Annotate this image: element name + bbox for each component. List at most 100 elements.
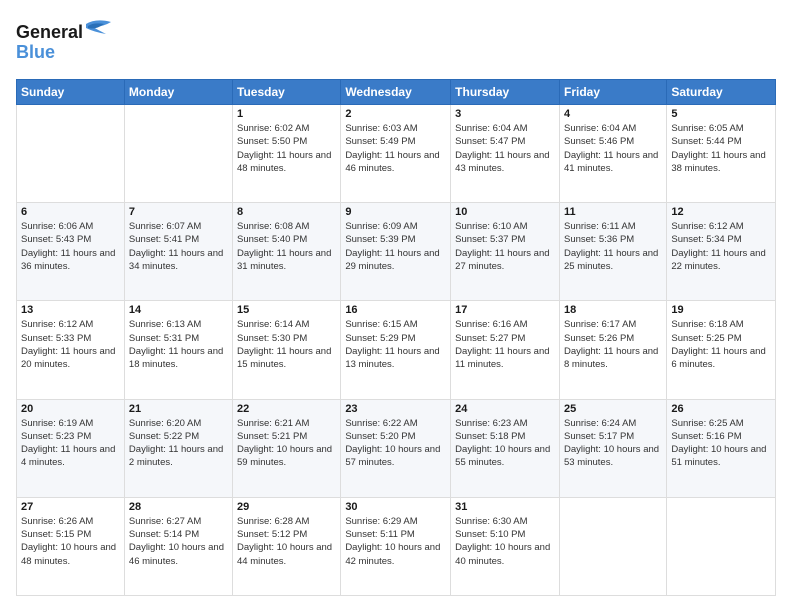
calendar-cell: 22Sunrise: 6:21 AMSunset: 5:21 PMDayligh… — [233, 399, 341, 497]
daylight-text: Daylight: 11 hours and 25 minutes. — [564, 248, 658, 272]
calendar-cell: 4Sunrise: 6:04 AMSunset: 5:46 PMDaylight… — [559, 105, 666, 203]
daylight-text: Daylight: 11 hours and 34 minutes. — [129, 248, 223, 272]
sunrise-text: Sunrise: 6:14 AM — [237, 319, 309, 330]
day-number: 26 — [671, 403, 771, 415]
sunrise-text: Sunrise: 6:15 AM — [345, 319, 417, 330]
sunset-text: Sunset: 5:46 PM — [564, 136, 634, 147]
day-info: Sunrise: 6:27 AMSunset: 5:14 PMDaylight:… — [129, 515, 228, 568]
day-number: 6 — [21, 206, 120, 218]
daylight-text: Daylight: 10 hours and 55 minutes. — [455, 444, 550, 468]
day-info: Sunrise: 6:06 AMSunset: 5:43 PMDaylight:… — [21, 220, 120, 273]
week-row-3: 13Sunrise: 6:12 AMSunset: 5:33 PMDayligh… — [17, 301, 776, 399]
day-info: Sunrise: 6:17 AMSunset: 5:26 PMDaylight:… — [564, 318, 662, 371]
day-number: 15 — [237, 304, 336, 316]
daylight-text: Daylight: 11 hours and 29 minutes. — [345, 248, 439, 272]
weekday-header-tuesday: Tuesday — [233, 80, 341, 105]
logo-block: General Blue — [16, 16, 126, 69]
calendar-cell: 29Sunrise: 6:28 AMSunset: 5:12 PMDayligh… — [233, 497, 341, 595]
calendar-cell — [667, 497, 776, 595]
weekday-header-sunday: Sunday — [17, 80, 125, 105]
calendar-cell: 26 Sunrise: 6:25 AMSunset: 5:16 PMDayligh… — [667, 399, 776, 497]
daylight-text: Daylight: 11 hours and 6 minutes. — [671, 346, 765, 370]
sunrise-text: Sunrise: 6:22 AM — [345, 418, 417, 429]
day-number: 12 — [671, 206, 771, 218]
sunrise-text: Sunrise: 6:17 AM — [564, 319, 636, 330]
daylight-text: Daylight: 11 hours and 15 minutes. — [237, 346, 331, 370]
sunset-text: Sunset: 5:31 PM — [129, 333, 199, 344]
daylight-text: Daylight: 11 hours and 20 minutes. — [21, 346, 115, 370]
sunrise-text: Sunrise: 6:05 AM — [671, 123, 743, 134]
sunset-text: Sunset: 5:16 PM — [671, 431, 741, 442]
sunrise-text: Sunrise: 6:26 AM — [21, 516, 93, 527]
calendar-cell: 10Sunrise: 6:10 AMSunset: 5:37 PMDayligh… — [451, 203, 560, 301]
calendar-cell: 20Sunrise: 6:19 AMSunset: 5:23 PMDayligh… — [17, 399, 125, 497]
day-info: Sunrise: 6:20 AMSunset: 5:22 PMDaylight:… — [129, 417, 228, 470]
daylight-text: Daylight: 10 hours and 51 minutes. — [671, 444, 766, 468]
day-number: 28 — [129, 501, 228, 513]
sunset-text: Sunset: 5:47 PM — [455, 136, 525, 147]
daylight-text: Daylight: 11 hours and 22 minutes. — [671, 248, 765, 272]
sunrise-text: Sunrise: 6:12 AM — [671, 221, 743, 232]
day-number: 23 — [345, 403, 446, 415]
calendar-cell: 30Sunrise: 6:29 AMSunset: 5:11 PMDayligh… — [341, 497, 451, 595]
daylight-text: Daylight: 10 hours and 44 minutes. — [237, 542, 332, 566]
daylight-text: Daylight: 11 hours and 8 minutes. — [564, 346, 658, 370]
day-number: 16 — [345, 304, 446, 316]
day-number: 19 — [671, 304, 771, 316]
daylight-text: Daylight: 11 hours and 36 minutes. — [21, 248, 115, 272]
sunset-text: Sunset: 5:40 PM — [237, 234, 307, 245]
calendar-cell: 2Sunrise: 6:03 AMSunset: 5:49 PMDaylight… — [341, 105, 451, 203]
sunset-text: Sunset: 5:12 PM — [237, 529, 307, 540]
week-row-2: 6 Sunrise: 6:06 AMSunset: 5:43 PMDaylight… — [17, 203, 776, 301]
sunrise-text: Sunrise: 6:12 AM — [21, 319, 93, 330]
sunset-text: Sunset: 5:37 PM — [455, 234, 525, 245]
day-info: Sunrise: 6:25 AMSunset: 5:16 PMDaylight:… — [671, 417, 771, 470]
day-info: Sunrise: 6:04 AMSunset: 5:46 PMDaylight:… — [564, 122, 662, 175]
calendar-cell: 25Sunrise: 6:24 AMSunset: 5:17 PMDayligh… — [559, 399, 666, 497]
day-info: Sunrise: 6:12 AMSunset: 5:33 PMDaylight:… — [21, 318, 120, 371]
week-row-4: 20Sunrise: 6:19 AMSunset: 5:23 PMDayligh… — [17, 399, 776, 497]
calendar-cell: 21Sunrise: 6:20 AMSunset: 5:22 PMDayligh… — [124, 399, 232, 497]
daylight-text: Daylight: 11 hours and 18 minutes. — [129, 346, 223, 370]
day-number: 31 — [455, 501, 555, 513]
calendar-cell: 31Sunrise: 6:30 AMSunset: 5:10 PMDayligh… — [451, 497, 560, 595]
sunrise-text: Sunrise: 6:03 AM — [345, 123, 417, 134]
daylight-text: Daylight: 10 hours and 57 minutes. — [345, 444, 440, 468]
sunset-text: Sunset: 5:49 PM — [345, 136, 415, 147]
sunset-text: Sunset: 5:43 PM — [21, 234, 91, 245]
sunset-text: Sunset: 5:34 PM — [671, 234, 741, 245]
page: General Blue SundayMondayTuesdayWednesda… — [0, 0, 792, 612]
calendar-cell: 16Sunrise: 6:15 AMSunset: 5:29 PMDayligh… — [341, 301, 451, 399]
day-number: 20 — [21, 403, 120, 415]
day-info: Sunrise: 6:21 AMSunset: 5:21 PMDaylight:… — [237, 417, 336, 470]
day-info: Sunrise: 6:28 AM Sunset: 5:12 PM Daylight:… — [237, 515, 336, 568]
day-info: Sunrise: 6:13 AMSunset: 5:31 PMDaylight:… — [129, 318, 228, 371]
day-number: 10 — [455, 206, 555, 218]
day-number: 9 — [345, 206, 446, 218]
sunrise-text: Sunrise: 6:08 AM — [237, 221, 309, 232]
daylight-text: Daylight: 11 hours and 48 minutes. — [237, 150, 331, 174]
sunset-text: Sunset: 5:23 PM — [21, 431, 91, 442]
weekday-header-row: SundayMondayTuesdayWednesdayThursdayFrid… — [17, 80, 776, 105]
calendar-cell — [559, 497, 666, 595]
sunrise-text: Sunrise: 6:30 AM — [455, 516, 527, 527]
day-number: 1 — [237, 108, 336, 120]
daylight-text: Daylight: 10 hours and 59 minutes. — [237, 444, 332, 468]
day-info: Sunrise: 6:09 AMSunset: 5:39 PMDaylight:… — [345, 220, 446, 273]
weekday-header-saturday: Saturday — [667, 80, 776, 105]
sunset-text: Sunset: 5:20 PM — [345, 431, 415, 442]
sunset-text: Sunset: 5:17 PM — [564, 431, 634, 442]
sunset-text: Sunset: 5:22 PM — [129, 431, 199, 442]
day-info: Sunrise: 6:29 AMSunset: 5:11 PMDaylight:… — [345, 515, 446, 568]
sunset-text: Sunset: 5:39 PM — [345, 234, 415, 245]
day-number: 18 — [564, 304, 662, 316]
day-info: Sunrise: 6:05 AMSunset: 5:44 PMDaylight:… — [671, 122, 771, 175]
svg-text:Blue: Blue — [16, 42, 55, 62]
sunset-text: Sunset: 5:30 PM — [237, 333, 307, 344]
day-number: 25 — [564, 403, 662, 415]
day-info: Sunrise: 6:08 AMSunset: 5:40 PMDaylight:… — [237, 220, 336, 273]
sunrise-text: Sunrise: 6:28 AM — [237, 516, 309, 527]
day-info: Sunrise: 6:14 AM Sunset: 5:30 PM Daylight:… — [237, 318, 336, 371]
calendar-cell: 23 Sunrise: 6:22 AM Sunset: 5:20 PM Dayligh… — [341, 399, 451, 497]
daylight-text: Daylight: 11 hours and 27 minutes. — [455, 248, 549, 272]
